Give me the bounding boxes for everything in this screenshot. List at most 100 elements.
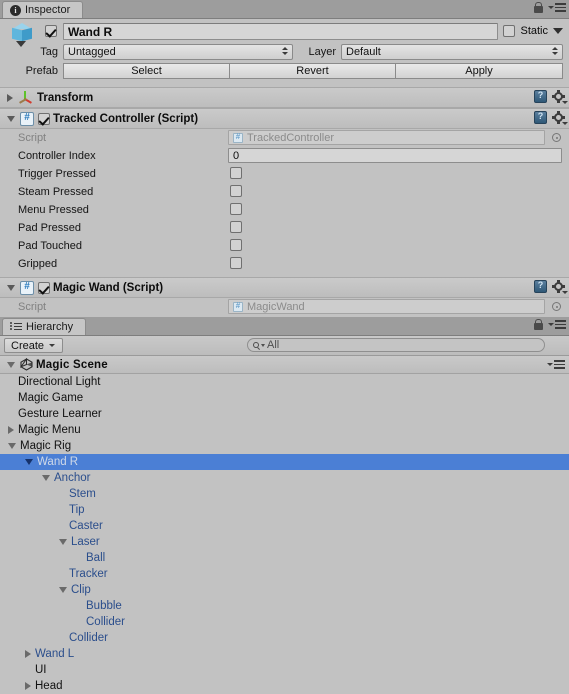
foldout-open-icon[interactable]: [59, 539, 67, 545]
component-header-transform[interactable]: Transform: [0, 87, 569, 108]
chevron-down-icon[interactable]: [553, 28, 563, 34]
magic-wand-script-object-field[interactable]: MagicWand: [228, 299, 545, 314]
controller-index-input[interactable]: 0: [228, 148, 562, 163]
hierarchy-toolbar: Create All: [0, 336, 569, 356]
hierarchy-item-label: Gesture Learner: [18, 408, 102, 420]
create-button[interactable]: Create: [4, 338, 64, 353]
hierarchy-item-stem[interactable]: Stem: [0, 486, 569, 502]
unity-scene-icon: [20, 358, 33, 371]
search-placeholder: All: [267, 339, 280, 351]
foldout-open-icon[interactable]: [7, 361, 15, 368]
prefab-row: Prefab Select Revert Apply: [0, 62, 569, 82]
hierarchy-item-label: Wand R: [37, 456, 79, 468]
prefab-apply-button[interactable]: Apply: [395, 63, 563, 79]
tag-layer-row: Tag Untagged Layer Default: [0, 43, 569, 62]
scene-root-row[interactable]: Magic Scene: [0, 356, 569, 374]
search-icon: [253, 342, 259, 348]
lock-icon[interactable]: [534, 319, 543, 330]
trigger-pressed-checkbox[interactable]: [230, 167, 242, 179]
inspector-panel: i Inspector Wand R Static Tag Untagged L…: [0, 0, 569, 317]
hierarchy-item-label: Magic Game: [18, 392, 84, 404]
hierarchy-item-laser[interactable]: Laser: [0, 534, 569, 550]
pad-touched-checkbox[interactable]: [230, 239, 242, 251]
hierarchy-item-tip[interactable]: Tip: [0, 502, 569, 518]
foldout-open-icon[interactable]: [25, 459, 33, 465]
hierarchy-item-label: Clip: [71, 584, 91, 596]
hierarchy-item-directional-light[interactable]: Directional Light: [0, 374, 569, 390]
hierarchy-item-collider[interactable]: Collider: [0, 614, 569, 630]
gameobject-header-row: Wand R Static: [0, 19, 569, 47]
hierarchy-item-bubble[interactable]: Bubble: [0, 598, 569, 614]
property-label-controller-index: Controller Index: [18, 150, 96, 162]
help-icon[interactable]: [534, 280, 547, 293]
tab-inspector-label: Inspector: [25, 4, 71, 16]
hierarchy-item-magic-game[interactable]: Magic Game: [0, 390, 569, 406]
hierarchy-item-wand-l[interactable]: Wand L: [0, 646, 569, 662]
hierarchy-tabstrip-controls: [534, 319, 566, 330]
component-header-tracked-controller[interactable]: Tracked Controller (Script): [0, 108, 569, 129]
lock-icon[interactable]: [534, 2, 543, 13]
object-picker-icon[interactable]: [552, 302, 561, 311]
gear-icon[interactable]: [552, 111, 568, 125]
hierarchy-item-label: Magic Menu: [18, 424, 81, 436]
component-enabled-checkbox[interactable]: [38, 281, 50, 294]
help-icon[interactable]: [534, 90, 547, 103]
search-input[interactable]: All: [247, 338, 545, 352]
hierarchy-item-ball[interactable]: Ball: [0, 550, 569, 566]
hierarchy-item-head[interactable]: Head: [0, 678, 569, 694]
foldout-closed-icon[interactable]: [8, 426, 14, 434]
hierarchy-item-clip[interactable]: Clip: [0, 582, 569, 598]
static-group: Static: [503, 25, 563, 37]
foldout-open-icon[interactable]: [59, 587, 67, 593]
hierarchy-item-label: Tip: [69, 504, 85, 516]
script-object-field[interactable]: TrackedController: [228, 130, 545, 145]
chevron-down-icon[interactable]: [261, 343, 265, 347]
pad-pressed-checkbox[interactable]: [230, 221, 242, 233]
foldout-closed-icon[interactable]: [25, 650, 31, 658]
component-enabled-checkbox[interactable]: [38, 112, 50, 125]
gameobject-active-checkbox[interactable]: [45, 25, 57, 37]
help-icon[interactable]: [534, 111, 547, 124]
foldout-open-icon[interactable]: [42, 475, 50, 481]
foldout-open-icon[interactable]: [7, 284, 15, 291]
object-picker-icon[interactable]: [552, 133, 561, 142]
foldout-open-icon[interactable]: [8, 443, 16, 449]
property-label-gripped: Gripped: [18, 258, 58, 270]
panel-menu-icon[interactable]: [548, 3, 566, 12]
hierarchy-item-ui[interactable]: UI: [0, 662, 569, 678]
component-header-magic-wand[interactable]: Magic Wand (Script): [0, 277, 569, 298]
hierarchy-item-caster[interactable]: Caster: [0, 518, 569, 534]
panel-menu-icon[interactable]: [547, 360, 565, 369]
gear-icon[interactable]: [552, 280, 568, 294]
hierarchy-item-magic-menu[interactable]: Magic Menu: [0, 422, 569, 438]
hierarchy-item-gesture-learner[interactable]: Gesture Learner: [0, 406, 569, 422]
hierarchy-item-anchor[interactable]: Anchor: [0, 470, 569, 486]
tab-inspector[interactable]: i Inspector: [2, 1, 84, 18]
tab-hierarchy[interactable]: Hierarchy: [2, 318, 87, 335]
layer-dropdown[interactable]: Default: [341, 44, 563, 60]
panel-menu-icon[interactable]: [548, 320, 566, 329]
gameobject-name-input[interactable]: Wand R: [63, 23, 498, 40]
static-checkbox[interactable]: [503, 25, 516, 37]
hierarchy-item-label: Head: [35, 680, 63, 692]
steam-pressed-checkbox[interactable]: [230, 185, 242, 197]
hierarchy-item-wand-r[interactable]: Wand R: [0, 454, 569, 470]
prefab-select-button[interactable]: Select: [63, 63, 230, 79]
tag-dropdown[interactable]: Untagged: [63, 44, 293, 60]
foldout-closed-icon[interactable]: [7, 93, 13, 102]
gripped-checkbox[interactable]: [230, 257, 242, 269]
foldout-open-icon[interactable]: [7, 115, 15, 122]
prefab-label: Prefab: [25, 65, 58, 77]
menu-pressed-checkbox[interactable]: [230, 203, 242, 215]
prefab-revert-button[interactable]: Revert: [229, 63, 396, 79]
chevron-down-icon: [49, 344, 56, 347]
gear-icon[interactable]: [552, 90, 568, 104]
hierarchy-item-magic-rig[interactable]: Magic Rig: [0, 438, 569, 454]
hierarchy-item-label: UI: [35, 664, 47, 676]
unity-editor-window: i Inspector Wand R Static Tag Untagged L…: [0, 0, 569, 694]
hierarchy-list-icon: [10, 322, 22, 332]
hierarchy-item-label: Magic Rig: [20, 440, 72, 452]
hierarchy-item-collider[interactable]: Collider: [0, 630, 569, 646]
hierarchy-item-tracker[interactable]: Tracker: [0, 566, 569, 582]
hierarchy-item-label: Collider: [69, 632, 108, 644]
